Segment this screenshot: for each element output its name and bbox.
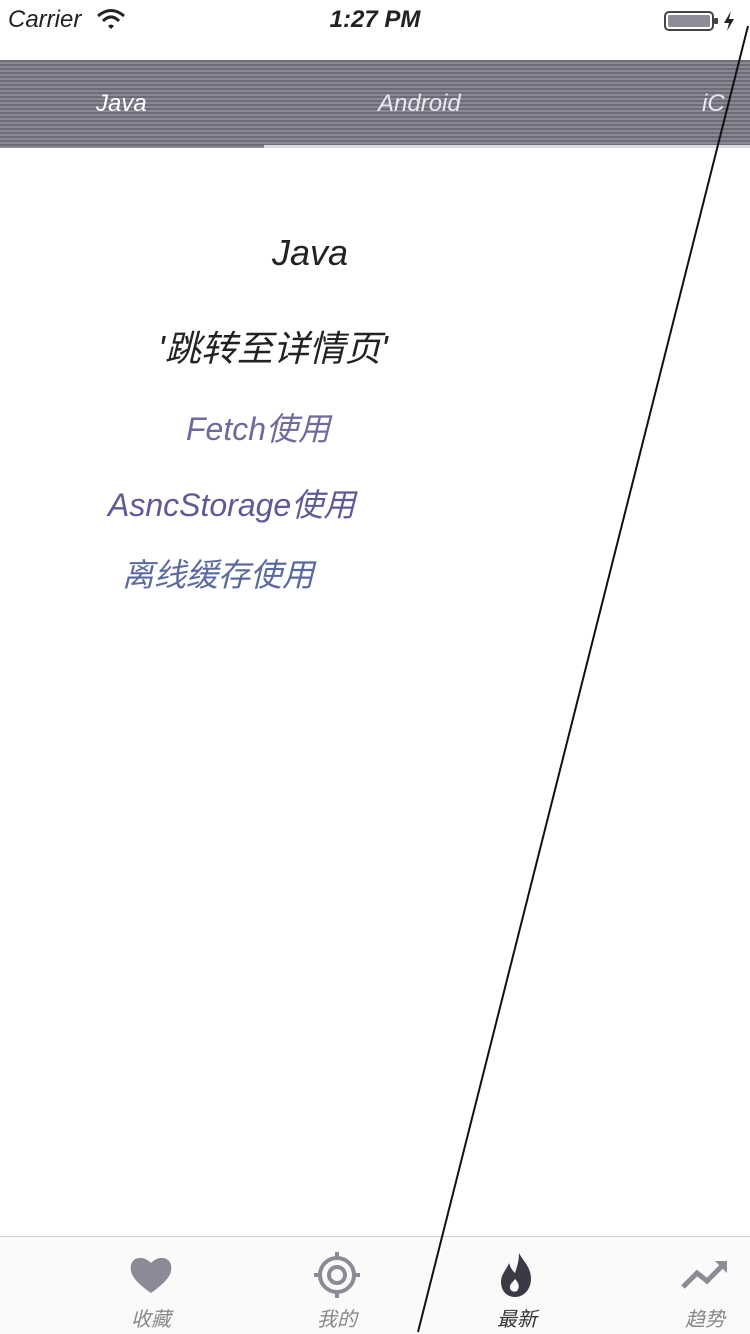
top-tab-bar: Java Android iC bbox=[0, 60, 750, 148]
tab-label: 收藏 bbox=[131, 1309, 171, 1331]
async-storage-link[interactable]: AsncStorage使用 bbox=[108, 480, 355, 526]
charging-bolt-icon bbox=[724, 11, 734, 31]
bottom-tab-trending[interactable]: 趋势 bbox=[650, 1237, 750, 1334]
detail-page-link[interactable]: '跳转至详情页' bbox=[158, 320, 388, 372]
app-screen: Carrier 1:27 PM Java Android iC Java '跳转… bbox=[0, 0, 750, 1334]
page-title: Java bbox=[271, 232, 349, 273]
tab-ios[interactable]: iC bbox=[702, 60, 725, 144]
tab-label: 趋势 bbox=[685, 1309, 725, 1331]
status-time: 1:27 PM bbox=[329, 6, 421, 33]
bottom-tab-bar: 收藏 我的 最新 趋势 bbox=[0, 1236, 750, 1334]
trending-up-icon bbox=[681, 1261, 727, 1289]
fetch-usage-link[interactable]: Fetch使用 bbox=[186, 404, 330, 450]
tab-android[interactable]: Android bbox=[378, 60, 461, 144]
status-bar: Carrier 1:27 PM bbox=[0, 0, 750, 40]
flame-icon bbox=[501, 1253, 531, 1297]
bottom-tab-latest[interactable]: 最新 bbox=[462, 1237, 572, 1334]
tab-java[interactable]: Java bbox=[96, 60, 147, 144]
battery-icon bbox=[664, 11, 718, 31]
bottom-tab-favorites[interactable]: 收藏 bbox=[96, 1237, 206, 1334]
tab-label: 我的 bbox=[317, 1309, 357, 1331]
target-icon bbox=[314, 1252, 360, 1298]
heart-icon bbox=[130, 1257, 172, 1293]
bottom-tab-mine[interactable]: 我的 bbox=[282, 1237, 392, 1334]
content-area: Java '跳转至详情页' Fetch使用 AsncStorage使用 离线缓存… bbox=[0, 148, 750, 1236]
tab-label: 最新 bbox=[497, 1309, 537, 1331]
offline-cache-link[interactable]: 离线缓存使用 bbox=[122, 550, 314, 596]
